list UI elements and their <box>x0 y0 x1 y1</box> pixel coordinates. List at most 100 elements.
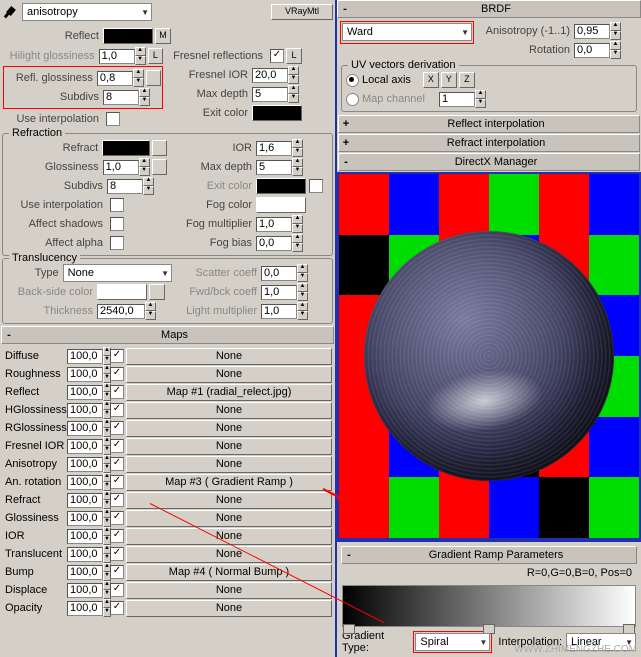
map-slot-button[interactable]: Map #4 ( Normal Bump ) <box>126 564 332 581</box>
lightmult-input <box>261 304 297 319</box>
map-slot-button[interactable]: None <box>126 546 332 563</box>
backside-swatch[interactable] <box>97 284 147 300</box>
map-name: RGlossiness <box>3 422 67 434</box>
fresnel-lock[interactable]: L <box>286 48 302 64</box>
gradient-type-dropdown[interactable]: Spiral <box>415 633 490 651</box>
map-enable-check[interactable]: ✓ <box>110 439 124 453</box>
rollup-header[interactable]: -DirectX Manager <box>338 153 640 171</box>
refl-gloss-input[interactable] <box>97 71 133 86</box>
map-enable-check[interactable]: ✓ <box>110 385 124 399</box>
map-amount-input[interactable] <box>67 475 103 490</box>
map-amount-input[interactable] <box>67 403 103 418</box>
brdf-type-dropdown[interactable]: Ward <box>342 23 472 41</box>
map-enable-check[interactable]: ✓ <box>110 493 124 507</box>
map-slot-button[interactable]: Map #1 (radial_relect.jpg) <box>126 384 332 401</box>
map-name: Opacity <box>3 602 67 614</box>
affect-shadows-check[interactable] <box>110 217 124 231</box>
map-amount-input[interactable] <box>67 547 103 562</box>
map-enable-check[interactable]: ✓ <box>110 565 124 579</box>
thickness-input <box>97 304 145 319</box>
map-slot-button[interactable]: None <box>126 420 332 437</box>
map-slot-button[interactable]: None <box>126 366 332 383</box>
fresnel-ior-input[interactable] <box>252 68 288 83</box>
fog-color-swatch[interactable] <box>256 197 306 213</box>
subdivs-input[interactable] <box>103 90 139 105</box>
map-name: Reflect <box>3 386 67 398</box>
refr-exit-swatch[interactable] <box>256 178 306 194</box>
map-enable-check[interactable]: ✓ <box>110 367 124 381</box>
reflect-label: Reflect <box>3 30 103 42</box>
refr-gloss-input[interactable] <box>103 160 139 175</box>
hilight-lock-button[interactable]: L <box>148 48 163 64</box>
map-name: Translucent <box>3 548 67 560</box>
map-slot-button[interactable]: None <box>126 348 332 365</box>
map-name: Refract <box>3 494 67 506</box>
map-amount-input[interactable] <box>67 367 103 382</box>
fog-bias-input[interactable] <box>256 236 292 251</box>
map-amount-input[interactable] <box>67 385 103 400</box>
map-name: Glossiness <box>3 512 67 524</box>
refr-subdivs-input[interactable] <box>107 179 143 194</box>
material-class-button[interactable]: VRayMtl <box>271 4 333 20</box>
map-amount-input[interactable] <box>67 565 103 580</box>
material-type-dropdown[interactable]: anisotropy <box>22 3 152 21</box>
map-enable-check[interactable]: ✓ <box>110 529 124 543</box>
map-enable-check[interactable]: ✓ <box>110 457 124 471</box>
map-enable-check[interactable]: ✓ <box>110 547 124 561</box>
rollup-header[interactable]: +Reflect interpolation <box>338 115 640 133</box>
map-slot-button[interactable]: None <box>126 438 332 455</box>
translucency-type-dropdown[interactable]: None <box>63 264 172 282</box>
rollup-header[interactable]: +Refract interpolation <box>338 134 640 152</box>
refract-swatch[interactable] <box>102 140 150 156</box>
eyedropper-icon[interactable] <box>2 4 18 20</box>
exit-color-swatch[interactable] <box>252 105 302 121</box>
fwdbck-input <box>261 285 297 300</box>
map-amount-input[interactable] <box>67 601 103 616</box>
map-amount-input[interactable] <box>67 583 103 598</box>
axis-x-button[interactable]: X <box>423 72 439 88</box>
map-amount-input[interactable] <box>67 493 103 508</box>
refr-interp-check[interactable] <box>110 198 124 212</box>
map-slot-button[interactable]: None <box>126 510 332 527</box>
map-slot-button[interactable]: None <box>126 600 332 617</box>
rotation-input[interactable] <box>574 43 610 58</box>
refl-gloss-slot[interactable] <box>146 70 161 86</box>
refr-maxdepth-input[interactable] <box>256 160 292 175</box>
gradient-bar[interactable] <box>342 585 636 627</box>
map-amount-input[interactable] <box>67 529 103 544</box>
map-channel-radio[interactable] <box>346 93 359 106</box>
map-slot-button[interactable]: None <box>126 528 332 545</box>
map-slot-button[interactable]: Map #3 ( Gradient Ramp ) <box>126 474 332 491</box>
map-amount-input[interactable] <box>67 457 103 472</box>
map-enable-check[interactable]: ✓ <box>110 511 124 525</box>
map-name: Fresnel IOR <box>3 440 67 452</box>
map-amount-input[interactable] <box>67 511 103 526</box>
map-enable-check[interactable]: ✓ <box>110 421 124 435</box>
maps-rollup-header[interactable]: -Maps <box>1 326 334 344</box>
map-enable-check[interactable]: ✓ <box>110 349 124 363</box>
map-slot-button[interactable]: None <box>126 402 332 419</box>
ior-input[interactable] <box>256 141 292 156</box>
max-depth-input[interactable] <box>252 87 288 102</box>
axis-y-button[interactable]: Y <box>441 72 457 88</box>
map-name: Displace <box>3 584 67 596</box>
fresnel-check[interactable]: ✓ <box>270 49 284 63</box>
map-enable-check[interactable]: ✓ <box>110 601 124 615</box>
map-slot-button[interactable]: None <box>126 582 332 599</box>
reflect-swatch[interactable] <box>103 28 153 44</box>
fog-mult-input[interactable] <box>256 217 292 232</box>
affect-alpha-check[interactable] <box>110 236 124 250</box>
use-interp-check[interactable] <box>106 112 120 126</box>
map-enable-check[interactable]: ✓ <box>110 403 124 417</box>
map-enable-check[interactable]: ✓ <box>110 475 124 489</box>
map-slot-button[interactable]: None <box>126 456 332 473</box>
map-amount-input[interactable] <box>67 439 103 454</box>
axis-z-button[interactable]: Z <box>459 72 475 88</box>
map-name: HGlossiness <box>3 404 67 416</box>
anisotropy-input[interactable] <box>574 24 610 39</box>
map-amount-input[interactable] <box>67 349 103 364</box>
map-enable-check[interactable]: ✓ <box>110 583 124 597</box>
reflect-map-button[interactable]: M <box>155 28 171 44</box>
local-axis-radio[interactable] <box>346 74 359 87</box>
map-amount-input[interactable] <box>67 421 103 436</box>
